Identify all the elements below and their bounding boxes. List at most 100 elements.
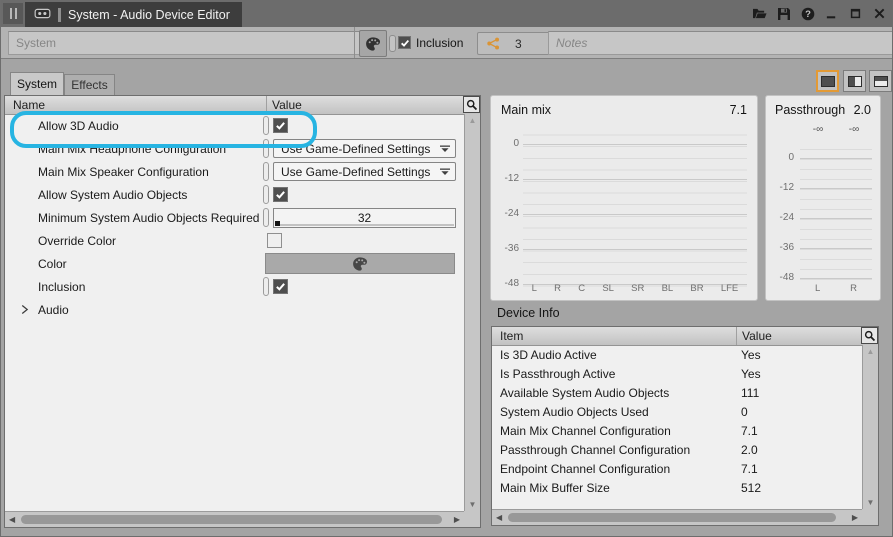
property-row-speaker-config[interactable]: Main Mix Speaker Configuration Use Game-… xyxy=(5,160,464,183)
save-icon[interactable] xyxy=(776,6,791,21)
link-indicator[interactable] xyxy=(263,139,269,158)
references-button[interactable]: 3 xyxy=(477,32,559,55)
scroll-up-arrow[interactable]: ▲ xyxy=(863,347,878,356)
table-row[interactable]: System Audio Objects Used0 xyxy=(492,402,862,421)
scrollbar-corner xyxy=(862,509,878,525)
device-info-table: Item Value Is 3D Audio ActiveYes Is Pass… xyxy=(491,326,879,526)
tab-accent-bar xyxy=(58,8,61,22)
allow-3d-audio-checkbox[interactable] xyxy=(273,118,288,133)
tab-system[interactable]: System xyxy=(10,72,64,95)
properties-table: Name Value Allow 3D Audio Main Mix Headp… xyxy=(4,95,481,528)
table-row[interactable]: Passthrough Channel Configuration2.0 xyxy=(492,440,862,459)
property-row-audio-group[interactable]: Audio xyxy=(5,298,464,321)
link-indicator[interactable] xyxy=(263,162,269,181)
speaker-config-dropdown[interactable]: Use Game-Defined Settings xyxy=(273,162,456,181)
dock-grip[interactable] xyxy=(3,3,23,24)
scroll-down-arrow[interactable]: ▼ xyxy=(465,500,480,509)
property-row-allow-3d-audio[interactable]: Allow 3D Audio xyxy=(5,114,464,137)
device-info-title: Device Info xyxy=(497,306,560,320)
window-title: System - Audio Device Editor xyxy=(68,8,230,22)
link-indicator[interactable] xyxy=(263,208,269,227)
object-name-input[interactable]: System xyxy=(8,31,367,55)
meter-grid xyxy=(523,124,747,289)
device-info-rows: Is 3D Audio ActiveYes Is Passthrough Act… xyxy=(492,345,862,509)
open-icon[interactable] xyxy=(752,6,767,21)
help-icon[interactable]: ? xyxy=(800,6,815,21)
properties-vertical-scrollbar[interactable]: ▲ ▼ xyxy=(464,114,480,511)
allow-system-audio-objects-checkbox[interactable] xyxy=(273,187,288,202)
scroll-down-arrow[interactable]: ▼ xyxy=(863,498,878,507)
close-icon[interactable] xyxy=(872,6,887,21)
main-mix-config: 7.1 xyxy=(730,103,747,117)
object-name-value: System xyxy=(16,36,56,50)
slider-thumb[interactable] xyxy=(275,221,280,226)
scale-0: 0 xyxy=(770,152,794,163)
scroll-thumb[interactable] xyxy=(508,513,836,522)
toolbar-separator xyxy=(354,27,355,58)
document-tab[interactable]: System - Audio Device Editor xyxy=(25,2,242,27)
maximize-icon[interactable] xyxy=(848,6,863,21)
value-column-header[interactable]: Value xyxy=(272,98,302,112)
properties-rows: Allow 3D Audio Main Mix Headphone Config… xyxy=(5,114,464,511)
property-row-inclusion[interactable]: Inclusion xyxy=(5,275,464,298)
properties-horizontal-scrollbar[interactable]: ◀ ▶ xyxy=(5,511,464,527)
layout-split-vertical-icon xyxy=(848,76,862,87)
minimize-icon[interactable] xyxy=(824,6,839,21)
device-info-vertical-scrollbar[interactable]: ▲ ▼ xyxy=(862,345,878,509)
link-indicator[interactable] xyxy=(263,185,269,204)
inclusion-checkbox[interactable] xyxy=(398,36,411,49)
headphone-config-dropdown[interactable]: Use Game-Defined Settings xyxy=(273,139,456,158)
search-button[interactable] xyxy=(861,327,878,344)
property-row-color[interactable]: Color xyxy=(5,252,464,275)
color-button[interactable] xyxy=(265,253,455,274)
color-picker-button[interactable] xyxy=(359,30,387,57)
value-column-header[interactable]: Value xyxy=(742,329,772,343)
scroll-right-arrow[interactable]: ▶ xyxy=(454,515,460,524)
scale--36: -36 xyxy=(495,243,519,254)
notes-input[interactable]: Notes xyxy=(548,31,893,55)
property-row-override-color[interactable]: Override Color xyxy=(5,229,464,252)
references-count: 3 xyxy=(515,37,522,51)
toolbar-splitter-handle[interactable] xyxy=(389,35,396,52)
scroll-left-arrow[interactable]: ◀ xyxy=(9,515,15,524)
property-row-headphone-config[interactable]: Main Mix Headphone Configuration Use Gam… xyxy=(5,137,464,160)
table-row[interactable]: Is Passthrough ActiveYes xyxy=(492,364,862,383)
table-row[interactable]: Endpoint Channel Configuration7.1 xyxy=(492,459,862,478)
main-mix-channel-labels: LRCSLSRBLBRLFE xyxy=(523,283,747,294)
column-splitter[interactable] xyxy=(736,327,737,345)
scroll-right-arrow[interactable]: ▶ xyxy=(852,513,858,522)
layout-single-button[interactable] xyxy=(816,70,839,92)
name-column-header[interactable]: Name xyxy=(13,98,45,112)
table-row[interactable]: Available System Audio Objects111 xyxy=(492,383,862,402)
scroll-thumb[interactable] xyxy=(21,515,442,524)
column-splitter[interactable] xyxy=(266,96,267,114)
scale--12: -12 xyxy=(770,182,794,193)
layout-split-vertical-button[interactable] xyxy=(843,70,866,92)
inclusion-row-checkbox[interactable] xyxy=(273,279,288,294)
expand-chevron-icon[interactable] xyxy=(20,304,29,318)
search-button[interactable] xyxy=(463,96,480,113)
property-row-allow-system-audio-objects[interactable]: Allow System Audio Objects xyxy=(5,183,464,206)
scroll-left-arrow[interactable]: ◀ xyxy=(496,513,502,522)
override-color-checkbox[interactable] xyxy=(267,233,282,248)
check-icon xyxy=(275,281,286,292)
min-system-audio-objects-input[interactable]: 32 xyxy=(273,208,456,228)
table-row[interactable]: Main Mix Buffer Size512 xyxy=(492,478,862,497)
scale--48: -48 xyxy=(495,278,519,289)
tab-effects[interactable]: Effects xyxy=(64,74,115,95)
scale-0: 0 xyxy=(495,138,519,149)
link-indicator[interactable] xyxy=(263,277,269,296)
slider-track[interactable] xyxy=(275,224,454,226)
property-row-min-system-audio-objects[interactable]: Minimum System Audio Objects Required 32 xyxy=(5,206,464,229)
check-icon xyxy=(400,38,410,48)
item-column-header[interactable]: Item xyxy=(500,329,523,343)
passthrough-meter: Passthrough 2.0 -∞-∞ 0 -12 -24 -36 -48 L… xyxy=(765,95,881,301)
scroll-up-arrow[interactable]: ▲ xyxy=(465,116,480,125)
table-row[interactable]: Is 3D Audio ActiveYes xyxy=(492,345,862,364)
chevron-down-icon xyxy=(440,168,450,176)
device-info-horizontal-scrollbar[interactable]: ◀ ▶ xyxy=(492,509,862,525)
table-row[interactable]: Main Mix Channel Configuration7.1 xyxy=(492,421,862,440)
layout-split-horizontal-button[interactable] xyxy=(869,70,892,92)
passthrough-channel-labels: LR xyxy=(800,283,872,294)
link-indicator[interactable] xyxy=(263,116,269,135)
